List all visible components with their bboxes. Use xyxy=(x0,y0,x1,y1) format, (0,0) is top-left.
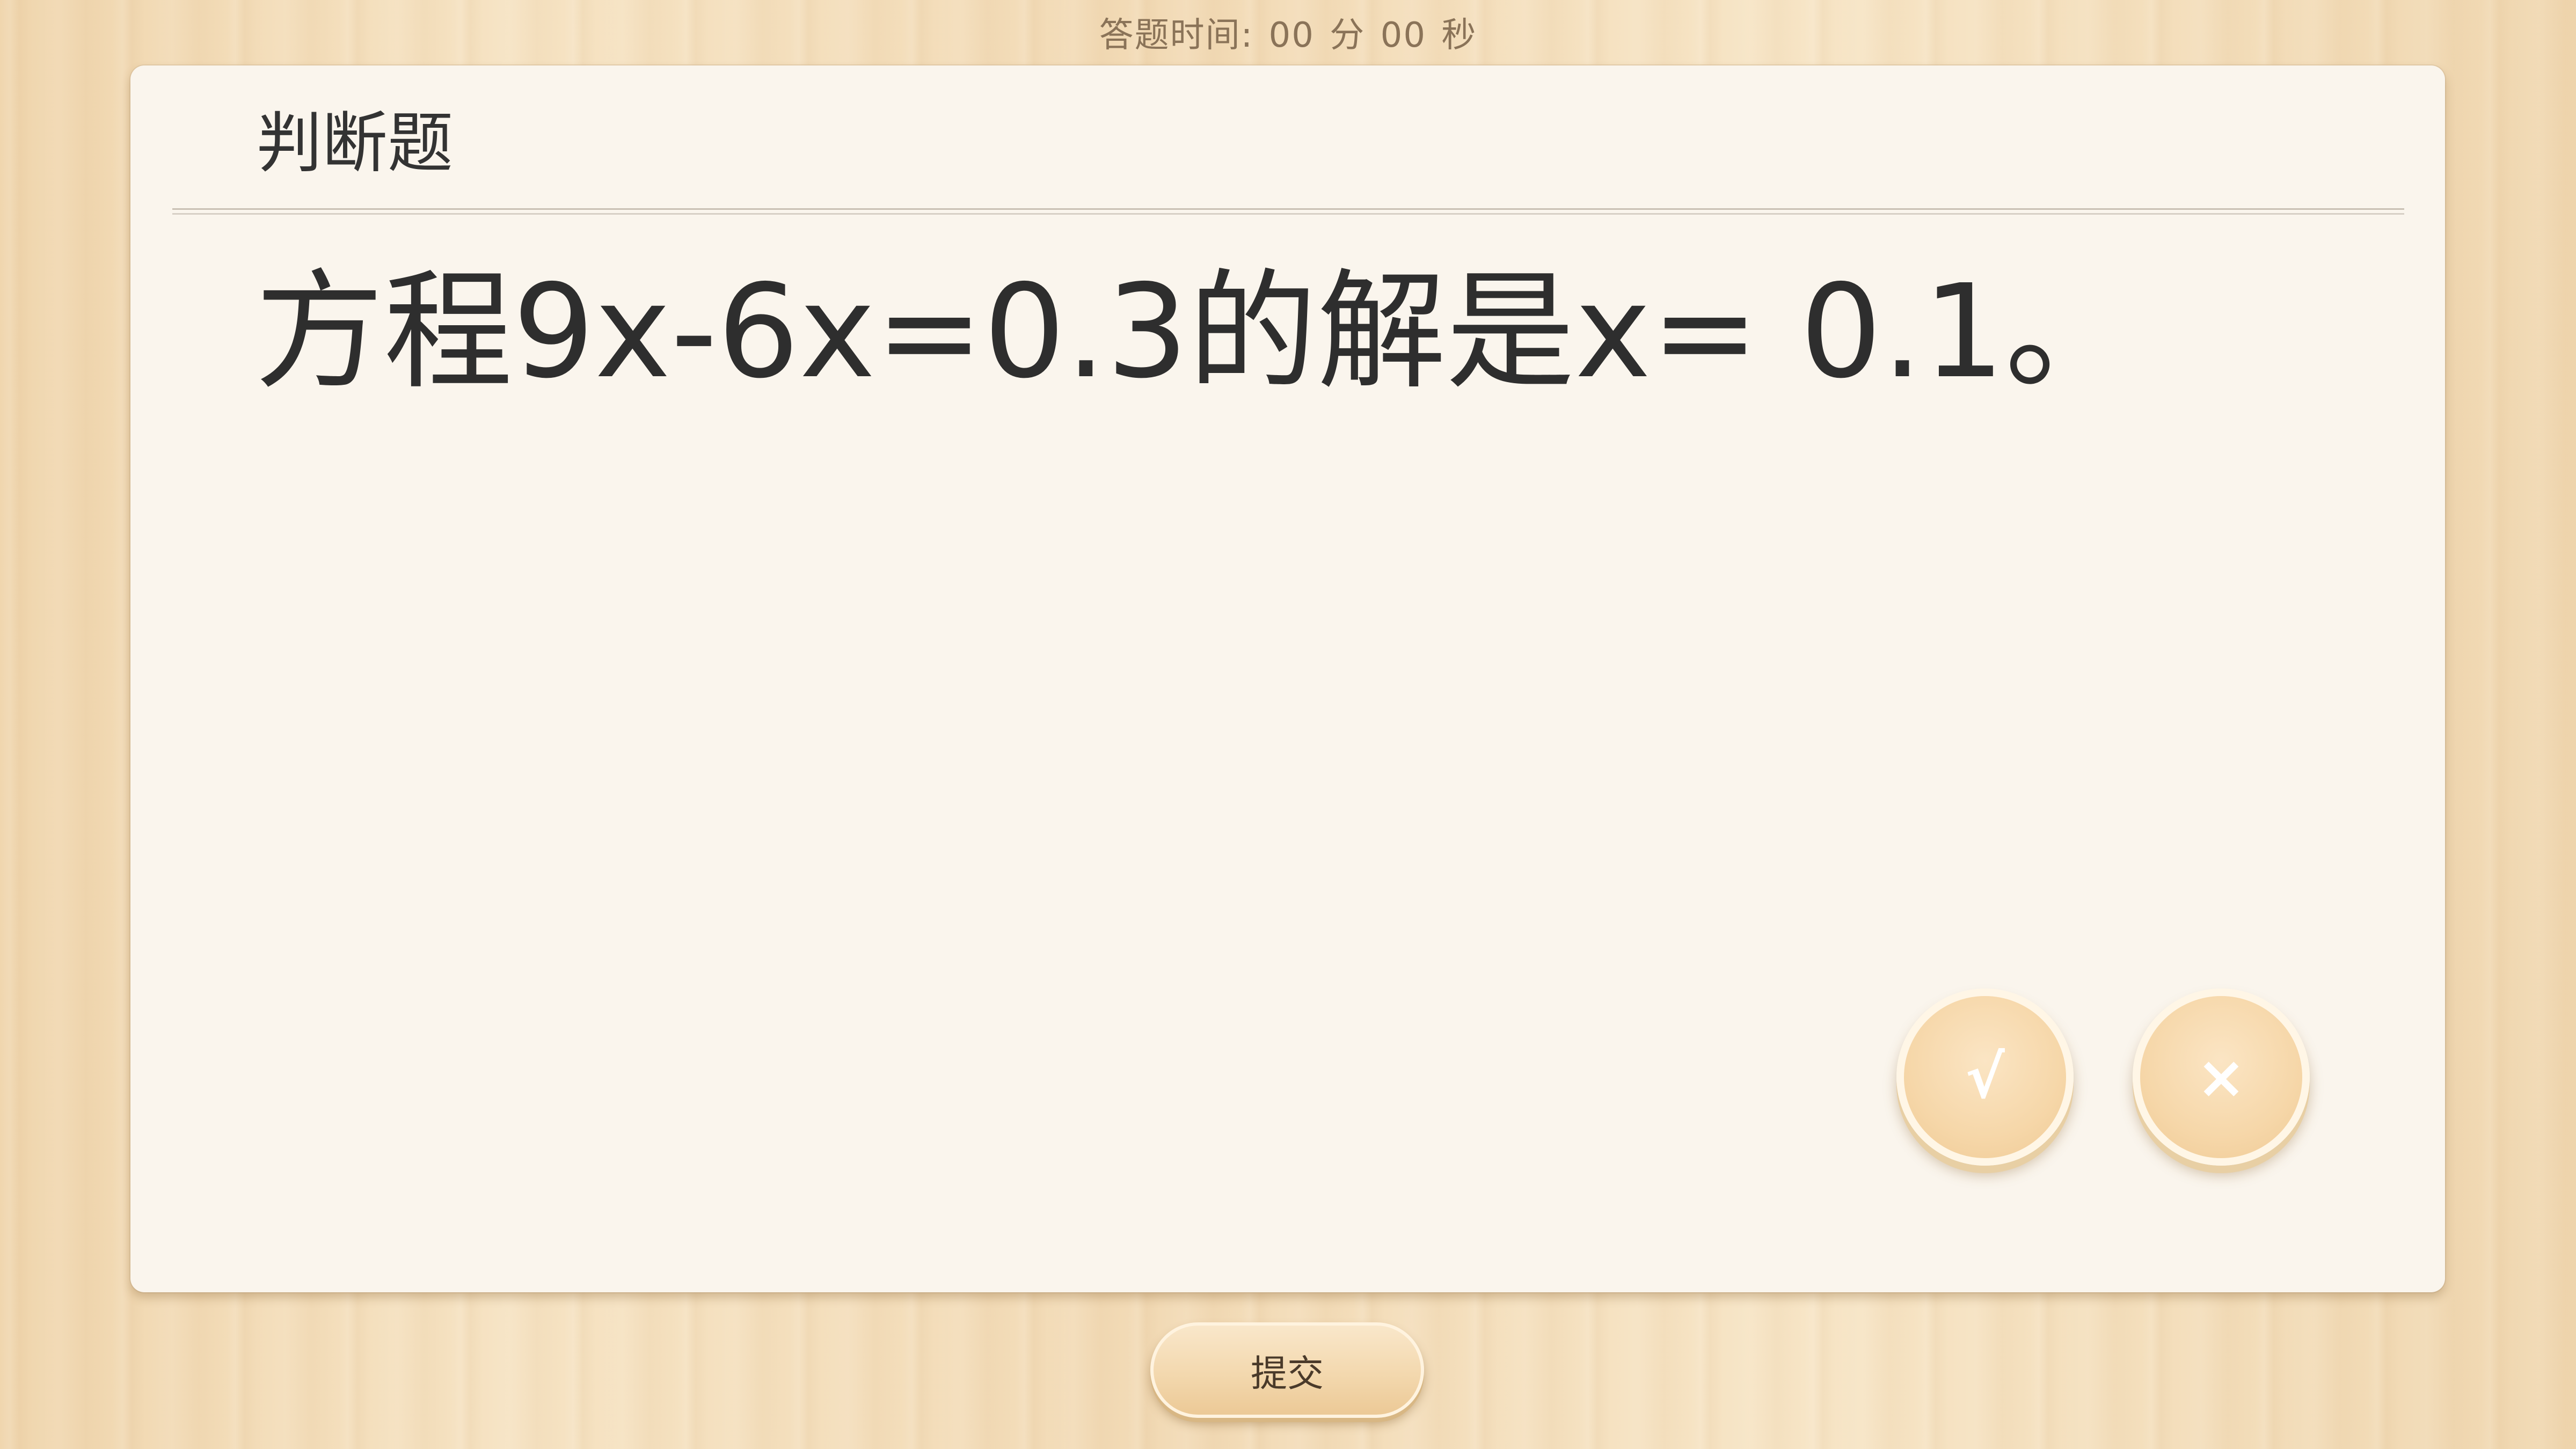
submit-button-label: 提交 xyxy=(1250,1352,1324,1395)
title-divider xyxy=(172,208,2404,215)
timer-minutes-unit: 分 xyxy=(1330,16,1366,55)
timer-label: 答题时间: xyxy=(1099,16,1254,55)
answer-timer: 答题时间: 00 分 00 秒 xyxy=(0,8,2576,57)
question-type-title: 判断题 xyxy=(257,105,453,181)
timer-minutes: 00 xyxy=(1268,16,1315,55)
timer-seconds-unit: 秒 xyxy=(1441,16,1477,55)
timer-seconds: 00 xyxy=(1380,16,1427,55)
question-card: 判断题 方程9x-6x=0.3的解是x= 0.1。 √ × xyxy=(130,65,2445,1292)
answer-true-button[interactable]: √ xyxy=(1896,989,2074,1166)
answer-false-button[interactable]: × xyxy=(2133,989,2310,1166)
check-icon: √ xyxy=(1965,1043,2005,1111)
cross-icon: × xyxy=(2196,1043,2246,1111)
question-text: 方程9x-6x=0.3的解是x= 0.1。 xyxy=(255,257,2134,407)
submit-button[interactable]: 提交 xyxy=(1150,1322,1424,1418)
